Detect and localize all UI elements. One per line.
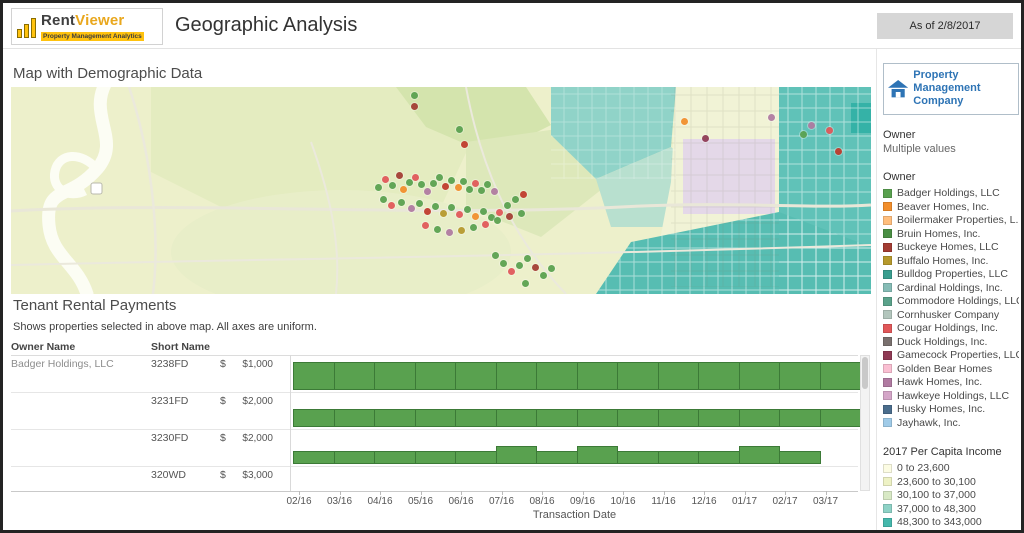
rent-bar-segment[interactable] [495, 408, 537, 427]
rent-bar-segment[interactable] [333, 361, 375, 390]
grid-line [542, 491, 543, 495]
chart-scrollbar-thumb[interactable] [862, 357, 868, 389]
row-axis-tick: $2,000 [242, 433, 273, 444]
grid-line [663, 491, 665, 495]
grid-line [11, 466, 858, 467]
rent-bar-segment[interactable] [414, 451, 456, 464]
row-axis-tick: $1,000 [242, 359, 273, 370]
rent-bar-segment[interactable] [657, 361, 699, 390]
rent-bar-segment[interactable] [333, 408, 375, 427]
row-axis-currency: $ [220, 358, 226, 370]
rent-bar-segment[interactable] [374, 361, 416, 390]
x-axis-label: 08/16 [529, 496, 555, 507]
grid-line [339, 491, 341, 495]
rent-bar-segment[interactable] [698, 361, 740, 390]
rent-bar-segment[interactable] [657, 451, 699, 464]
rent-bar-segment[interactable] [374, 451, 416, 464]
rent-bar-segment[interactable] [698, 408, 740, 427]
grid-line [501, 491, 503, 495]
rent-bar-segment[interactable] [374, 408, 416, 427]
rent-bar-segment[interactable] [738, 445, 780, 464]
rent-bar-segment[interactable] [293, 361, 335, 390]
rent-bar-segment[interactable] [819, 408, 861, 427]
rent-bar-segment[interactable] [495, 445, 537, 464]
x-axis-label: 11/16 [651, 496, 676, 507]
rent-bar-segment[interactable] [414, 408, 456, 427]
grid-line [825, 491, 827, 495]
row-axis-currency: $ [220, 432, 226, 444]
rent-bar-segment[interactable] [698, 451, 740, 464]
rent-bar-segment[interactable] [333, 451, 375, 464]
rent-bar-segment[interactable] [738, 361, 780, 390]
row-axis-tick: $2,000 [242, 396, 273, 407]
x-axis-label: 12/16 [691, 496, 717, 507]
row-short-name: 3230FD [151, 432, 189, 444]
grid-line [11, 355, 858, 356]
rent-bar-segment[interactable] [414, 361, 456, 390]
rent-bar-segment[interactable] [779, 408, 821, 427]
x-axis-label: 04/16 [367, 496, 393, 507]
grid-line [582, 491, 584, 495]
rent-bar-segment[interactable] [617, 451, 659, 464]
row-short-name: 320WD [151, 469, 187, 481]
rent-bar-segment[interactable] [738, 408, 780, 427]
x-axis-label: 07/16 [488, 496, 515, 507]
grid-line [11, 491, 858, 492]
x-axis-label: 02/16 [286, 496, 312, 507]
rent-bar-segment[interactable] [455, 451, 497, 464]
x-axis-label: 06/16 [448, 496, 474, 507]
grid-line [299, 491, 300, 495]
chart-scrollbar[interactable] [860, 355, 870, 491]
grid-line [623, 491, 624, 495]
grid-line [290, 355, 291, 491]
rent-bar-segment[interactable] [657, 408, 699, 427]
row-axis-currency: $ [220, 395, 226, 407]
rent-bar-segment[interactable] [536, 451, 578, 464]
grid-line [744, 491, 746, 495]
rent-bar-segment[interactable] [617, 361, 659, 390]
rent-bar-segment[interactable] [779, 451, 821, 464]
x-axis-label: 10/16 [610, 496, 636, 507]
row-axis-tick: $3,000 [242, 470, 273, 481]
x-axis-label: 03/16 [326, 496, 353, 507]
rent-bar-segment[interactable] [779, 361, 821, 390]
rent-bar-segment[interactable] [576, 445, 618, 464]
grid-line [785, 491, 786, 495]
row-short-name: 3238FD [151, 358, 189, 370]
row-owner-name: Badger Holdings, LLC [11, 358, 114, 370]
dashboard: RentViewer Property Management Analytics… [0, 0, 1024, 533]
grid-line [380, 491, 381, 495]
grid-line [461, 491, 462, 495]
rent-bar-segment[interactable] [455, 408, 497, 427]
rent-bar-segment[interactable] [536, 408, 578, 427]
rent-bar-segment[interactable] [536, 361, 578, 390]
x-axis-label: 02/17 [772, 496, 798, 507]
row-short-name: 3231FD [151, 395, 189, 407]
x-axis-label: 05/16 [407, 496, 434, 507]
rent-bar-segment[interactable] [576, 408, 618, 427]
rent-bar-segment[interactable] [293, 451, 335, 464]
grid-line [11, 392, 858, 393]
rent-bar-segment[interactable] [293, 408, 335, 427]
rent-bar-segment[interactable] [495, 361, 537, 390]
rent-bar-segment[interactable] [819, 361, 861, 390]
grid-line [420, 491, 422, 495]
row-axis-currency: $ [220, 469, 226, 481]
rent-bar-segment[interactable] [455, 361, 497, 390]
rent-bar-segment[interactable] [617, 408, 659, 427]
x-axis-label: 09/16 [569, 496, 596, 507]
grid-line [11, 429, 858, 430]
x-axis-label: 01/17 [731, 496, 758, 507]
grid-line [704, 491, 705, 495]
x-axis-title: Transaction Date [532, 509, 617, 521]
rent-bar-segment[interactable] [576, 361, 618, 390]
x-axis-label: 03/17 [812, 496, 839, 507]
